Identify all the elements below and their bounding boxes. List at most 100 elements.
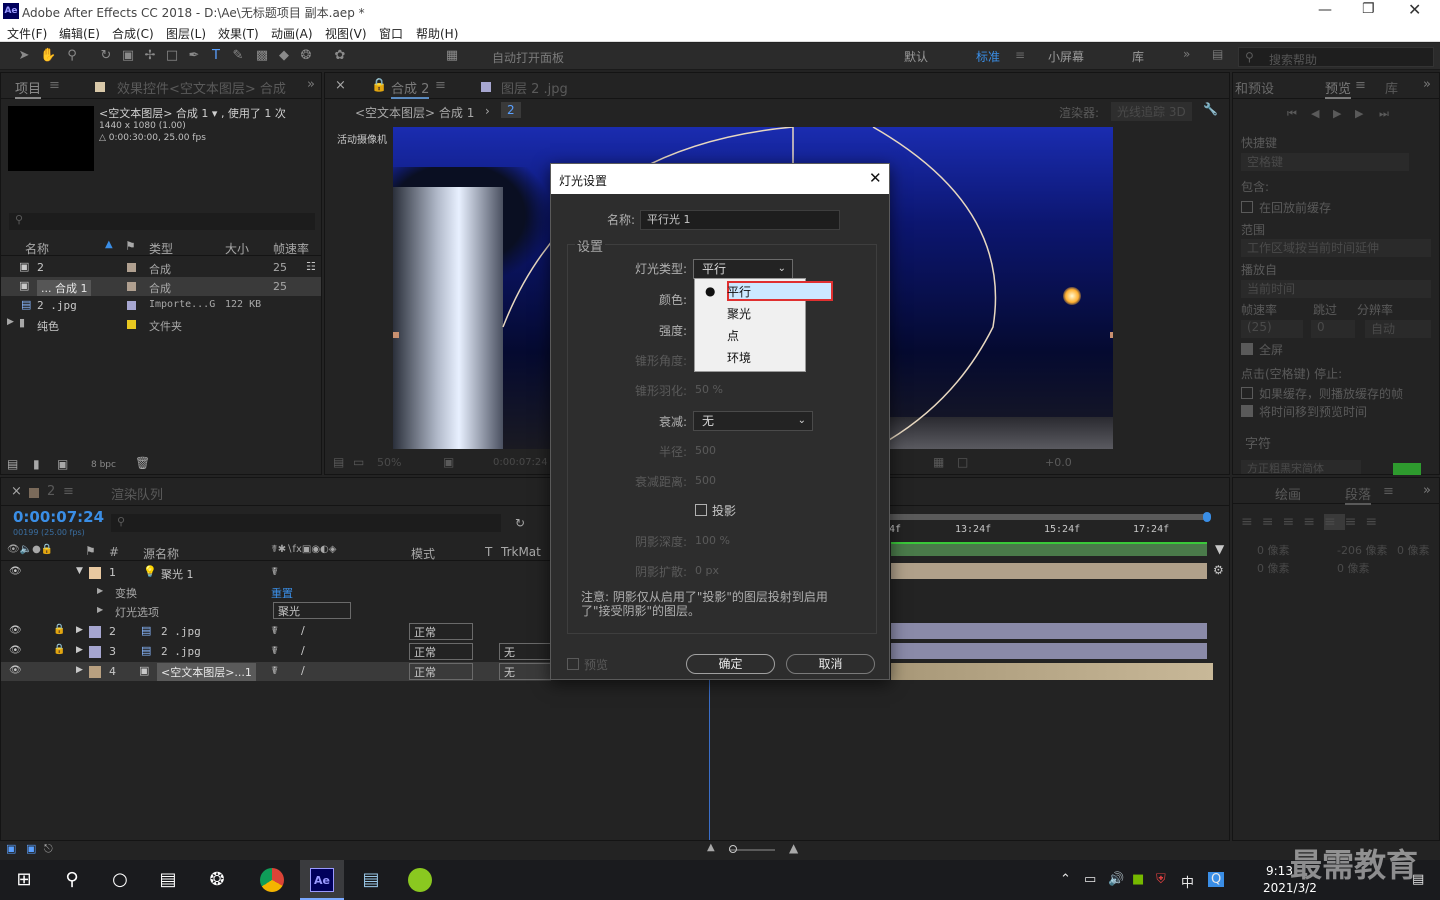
zoom-select[interactable]: 50%: [377, 456, 401, 469]
mode-select[interactable]: 正常: [409, 663, 473, 680]
dialog-close-icon[interactable]: ✕: [869, 169, 882, 187]
work-area-end[interactable]: [1203, 512, 1211, 522]
snap-icon[interactable]: ▦: [444, 48, 460, 64]
menu-view[interactable]: 视图(V): [325, 25, 367, 42]
exposure-value[interactable]: +0.0: [1045, 456, 1072, 469]
close-tab-icon[interactable]: ×: [11, 484, 22, 499]
rect-tool-icon[interactable]: □: [164, 48, 180, 64]
paragraph-tab[interactable]: 段落: [1345, 484, 1372, 505]
preview-checkbox[interactable]: [567, 658, 579, 670]
layer-name[interactable]: <空文本图层>...1: [157, 663, 256, 681]
align-right-icon[interactable]: ≡: [1282, 514, 1303, 530]
lock-icon[interactable]: 🔒: [371, 78, 387, 93]
info-tab[interactable]: 和预设: [1235, 78, 1274, 97]
col-fps[interactable]: 帧速率: [273, 240, 309, 257]
selection-tool-icon[interactable]: ➤: [16, 48, 32, 64]
layer-row[interactable]: 👁 ▼ 1 💡 聚光 1 ☤: [1, 563, 551, 582]
zoom-in-icon[interactable]: ▲: [789, 841, 798, 855]
help-search-input[interactable]: ⚲ 搜索帮助: [1238, 47, 1434, 67]
roto-tool-icon[interactable]: ❂: [298, 48, 314, 64]
hand-tool-icon[interactable]: ✋: [40, 48, 56, 64]
skip-select[interactable]: 0: [1311, 320, 1355, 338]
trash-icon[interactable]: 🗑: [135, 456, 150, 470]
project-row[interactable]: ▤ 2 .jpg Importe...G 122 KB: [1, 296, 321, 315]
close-button[interactable]: ✕: [1408, 0, 1421, 19]
layer-property-row[interactable]: ▶ 灯光选项 聚光: [1, 601, 551, 620]
shy-switch-icon[interactable]: ☤: [271, 624, 278, 637]
shadow-depth-value[interactable]: 100 %: [695, 534, 730, 547]
clock-time[interactable]: 9:13: [1266, 864, 1293, 878]
ae-taskbar-icon[interactable]: Ae: [310, 868, 334, 892]
cache-checkbox[interactable]: [1241, 201, 1253, 213]
comp-marker-icon[interactable]: ▼: [1215, 542, 1224, 556]
breadcrumb[interactable]: <空文本图层> 合成 1: [355, 104, 474, 121]
align-left-icon[interactable]: ≡: [1241, 514, 1262, 530]
preview-tab[interactable]: 预览: [1325, 78, 1352, 99]
track-bar-jpg[interactable]: [891, 643, 1207, 659]
shy-switch-icon[interactable]: ☤: [271, 664, 278, 677]
search-icon[interactable]: ⚲: [60, 868, 84, 892]
layer-property-row[interactable]: ▶ 变换 重置: [1, 582, 551, 601]
col-source-name[interactable]: 源名称: [143, 545, 179, 562]
mode-select[interactable]: 正常: [409, 623, 473, 640]
radius-value[interactable]: 500: [695, 444, 716, 457]
renderer-value[interactable]: 光线追踪 3D: [1111, 102, 1192, 121]
mode-select[interactable]: 正常: [409, 643, 473, 660]
clone-tool-icon[interactable]: ▩: [254, 48, 270, 64]
menu-window[interactable]: 窗口: [379, 25, 403, 42]
library-tab[interactable]: 库: [1385, 78, 1398, 97]
col-size[interactable]: 大小: [225, 240, 249, 257]
layer-row[interactable]: 👁 ▶ 4 ▣ <空文本图层>...1 ☤ ∕ 正常 无: [1, 662, 551, 681]
font-select[interactable]: 方正粗黑宋简体: [1241, 460, 1361, 474]
comp-tab[interactable]: 合成 2: [391, 78, 430, 99]
monitor-icon[interactable]: ▭: [353, 455, 364, 469]
project-search-input[interactable]: ⚲: [9, 213, 315, 230]
menu-layer[interactable]: 图层(L): [166, 25, 206, 42]
comp-flow-icon[interactable]: ↻: [515, 516, 525, 530]
option-parallel[interactable]: 平行: [727, 282, 751, 302]
expand-arrow-icon[interactable]: ▼: [76, 566, 83, 576]
security-icon[interactable]: ⛨: [1156, 872, 1166, 887]
paint-tab[interactable]: 绘画: [1275, 484, 1301, 503]
qq-icon[interactable]: Q: [1208, 872, 1225, 887]
option-point[interactable]: 点: [727, 326, 739, 346]
play-icon[interactable]: ▶: [1333, 107, 1341, 120]
menu-file[interactable]: 文件(F): [7, 25, 47, 42]
file-manager-icon[interactable]: ▤: [359, 868, 383, 892]
col-type[interactable]: 类型: [149, 240, 173, 257]
fps-select[interactable]: (25): [1241, 320, 1303, 338]
layer-name[interactable]: 聚光 1: [161, 566, 194, 582]
col-trkmat[interactable]: TrkMat: [501, 545, 541, 559]
track-bar-jpg[interactable]: [891, 623, 1207, 639]
shy-switch-icon[interactable]: ☤: [271, 644, 278, 657]
pinwheel-app-icon[interactable]: ❂: [205, 868, 229, 892]
tray-expand-icon[interactable]: ⌃: [1060, 872, 1071, 887]
layer-row[interactable]: 👁 🔒 ▶ 3 ▤ 2 .jpg ☤ ∕ 正常 无: [1, 642, 551, 661]
first-frame-icon[interactable]: ⏮: [1287, 107, 1297, 121]
space-after-value[interactable]: 0 像素: [1337, 560, 1370, 576]
cone-feather-value[interactable]: 50 %: [695, 383, 723, 396]
expand-icon[interactable]: »: [1423, 77, 1431, 92]
range-select[interactable]: 工作区域按当前时间延伸: [1241, 239, 1431, 257]
breadcrumb-current[interactable]: 2: [501, 102, 521, 118]
project-tab[interactable]: 项目: [15, 78, 42, 99]
workspace-default[interactable]: 默认: [904, 48, 928, 65]
keyframe-nav-icon[interactable]: ⚙: [1213, 563, 1224, 577]
flowchart-icon[interactable]: ☷: [306, 260, 316, 273]
ime-indicator[interactable]: 中: [1181, 872, 1194, 891]
new-folder-icon[interactable]: ▮: [33, 457, 40, 471]
graph-editor-icon[interactable]: ⎋: [44, 842, 53, 856]
volume-icon[interactable]: 🔊: [1108, 872, 1124, 887]
close-tab-icon[interactable]: ×: [335, 78, 346, 93]
space-before-value[interactable]: 0 像素: [1257, 560, 1290, 576]
toggle-switches-icon[interactable]: ▣: [6, 842, 16, 855]
cancel-button[interactable]: 取消: [786, 654, 875, 674]
light-type-select[interactable]: 平行 ⌄: [693, 259, 793, 279]
fill-color-swatch[interactable]: [1393, 463, 1421, 475]
expand-arrow-icon[interactable]: ▶: [76, 665, 83, 675]
prev-frame-icon[interactable]: ◀: [1311, 107, 1319, 120]
expand-arrow-icon[interactable]: ▶: [97, 586, 103, 595]
indent-right-value[interactable]: -206 像素: [1337, 542, 1387, 558]
region-icon[interactable]: □: [957, 455, 968, 469]
layer-name[interactable]: 2 .jpg: [161, 645, 201, 658]
